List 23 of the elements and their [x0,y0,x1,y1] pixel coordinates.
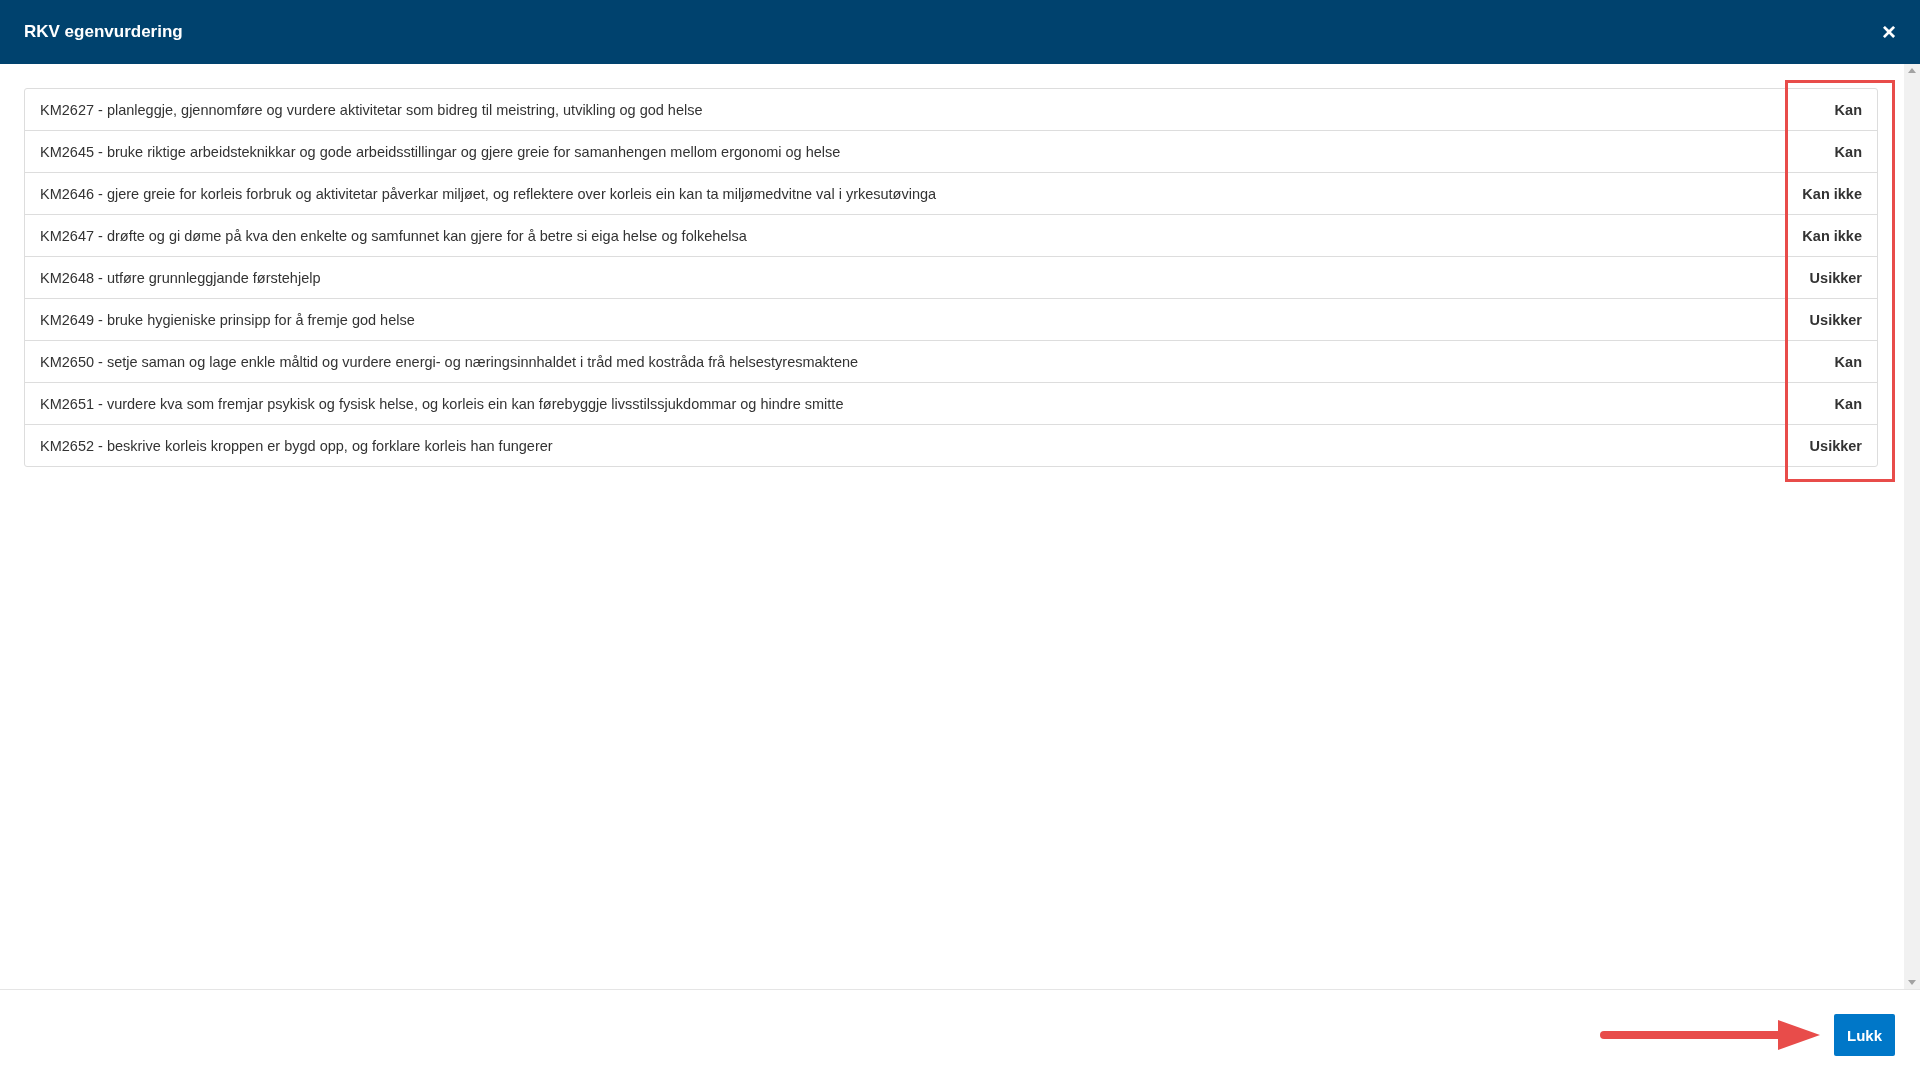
competence-text: KM2650 - setje saman og lage enkle måltid og vurdere energi- og næringsinnhaldet i tråd med kostråda frå helsestyresmaktene [39,353,860,370]
answer-text: Kan [1833,353,1863,370]
close-dialog-button[interactable]: Lukk [1834,1014,1895,1056]
competence-text: KM2648 - utføre grunnleggjande førstehjelp [39,269,322,286]
answer-text: Kan [1833,101,1863,118]
competence-text: KM2652 - beskrive korleis kroppen er bygd opp, og forklare korleis han fungerer [39,437,554,454]
competence-text: KM2645 - bruke riktige arbeidsteknikkar og gode arbeidsstillingar og gjere greie for samanhengen mellom ergonomi og helse [39,143,842,160]
close-button[interactable]: × [1882,18,1896,46]
answer-text: Usikker [1808,269,1863,286]
answer-text: Usikker [1808,437,1863,454]
answer-text: Kan [1833,395,1863,412]
dialog-title: RKV egenvurdering [24,22,183,42]
answer-text: Kan ikke [1801,227,1863,244]
answer-text: Kan [1833,143,1863,160]
scroll-up-icon[interactable] [1908,68,1916,73]
answer-text: Kan ikke [1801,185,1863,202]
competence-text: KM2649 - bruke hygieniske prinsipp for å fremje god helse [39,311,416,328]
answer-text: Usikker [1808,311,1863,328]
competence-text: KM2647 - drøfte og gi døme på kva den enkelte og samfunnet kan gjere for å betre si eiga helse og folkehelsa [39,227,748,244]
scroll-down-icon[interactable] [1908,980,1916,985]
competence-text: KM2627 - planleggje, gjennomføre og vurdere aktivitetar som bidreg til meistring, utvikling og god helse [39,101,704,118]
competence-text: KM2651 - vurdere kva som fremjar psykisk og fysisk helse, og korleis ein kan førebyggje livsstilssjukdommar og hindre smitte [39,395,845,412]
competence-text: KM2646 - gjere greie for korleis forbruk og aktivitetar påverkar miljøet, og reflektere over korleis ein kan ta miljømedvitne val i yrkesutøvinga [39,185,938,202]
